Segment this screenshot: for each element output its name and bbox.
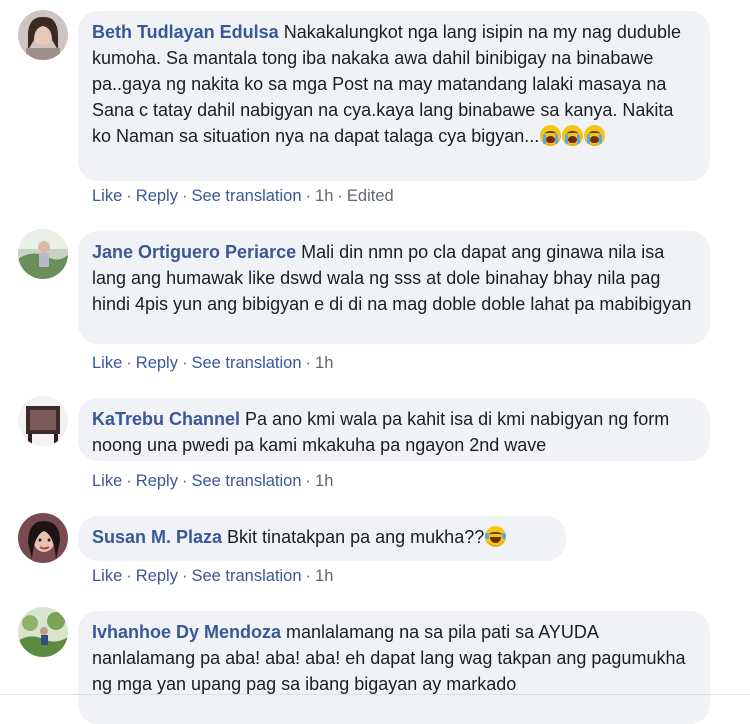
comment-author[interactable]: KaTrebu Channel xyxy=(92,409,240,429)
comment-bubble: Beth Tudlayan Edulsa Nakakalungkot nga la… xyxy=(78,11,710,181)
see-translation-button[interactable]: See translation xyxy=(191,472,301,490)
comment-bubble: Ivhanhoe Dy Mendoza manlalamang na sa pil… xyxy=(78,611,710,724)
laughing-crying-face-icon xyxy=(485,526,507,547)
comment-timestamp[interactable]: 1h xyxy=(315,567,333,585)
comment-actions: Like · Reply · See translation · 1h xyxy=(92,354,334,372)
avatar[interactable] xyxy=(18,229,68,279)
avatar[interactable] xyxy=(18,10,68,60)
comment-text: Bkit tinatakpan pa ang mukha?? xyxy=(227,527,485,547)
comment-timestamp[interactable]: 1h xyxy=(315,472,333,490)
crying-face-icon xyxy=(539,125,606,146)
comment-bubble: Susan M. Plaza Bkit tinatakpan pa ang muk… xyxy=(78,516,566,561)
reply-button[interactable]: Reply xyxy=(136,187,178,205)
edited-label[interactable]: Edited xyxy=(347,187,394,205)
like-button[interactable]: Like xyxy=(92,187,122,205)
reply-button[interactable]: Reply xyxy=(136,567,178,585)
comment-author[interactable]: Jane Ortiguero Periarce xyxy=(92,242,296,262)
comment-timestamp[interactable]: 1h xyxy=(315,187,333,205)
comment-actions: Like · Reply · See translation · 1h · Edited xyxy=(92,187,394,205)
comment-author[interactable]: Beth Tudlayan Edulsa xyxy=(92,22,279,42)
avatar[interactable] xyxy=(18,396,68,446)
divider xyxy=(0,694,750,695)
see-translation-button[interactable]: See translation xyxy=(191,567,301,585)
reply-button[interactable]: Reply xyxy=(136,354,178,372)
like-button[interactable]: Like xyxy=(92,567,122,585)
comment-bubble: KaTrebu Channel Pa ano kmi wala pa kahit … xyxy=(78,398,710,461)
like-button[interactable]: Like xyxy=(92,354,122,372)
comment-author[interactable]: Ivhanhoe Dy Mendoza xyxy=(92,622,281,642)
see-translation-button[interactable]: See translation xyxy=(191,187,301,205)
comment-timestamp[interactable]: 1h xyxy=(315,354,333,372)
like-button[interactable]: Like xyxy=(92,472,122,490)
reply-button[interactable]: Reply xyxy=(136,472,178,490)
avatar[interactable] xyxy=(18,607,68,657)
see-translation-button[interactable]: See translation xyxy=(191,354,301,372)
comment-actions: Like · Reply · See translation · 1h xyxy=(92,567,334,585)
comment-author[interactable]: Susan M. Plaza xyxy=(92,527,222,547)
comment-actions: Like · Reply · See translation · 1h xyxy=(92,472,334,490)
comment-bubble: Jane Ortiguero Periarce Mali din nmn po c… xyxy=(78,231,710,344)
avatar[interactable] xyxy=(18,513,68,563)
